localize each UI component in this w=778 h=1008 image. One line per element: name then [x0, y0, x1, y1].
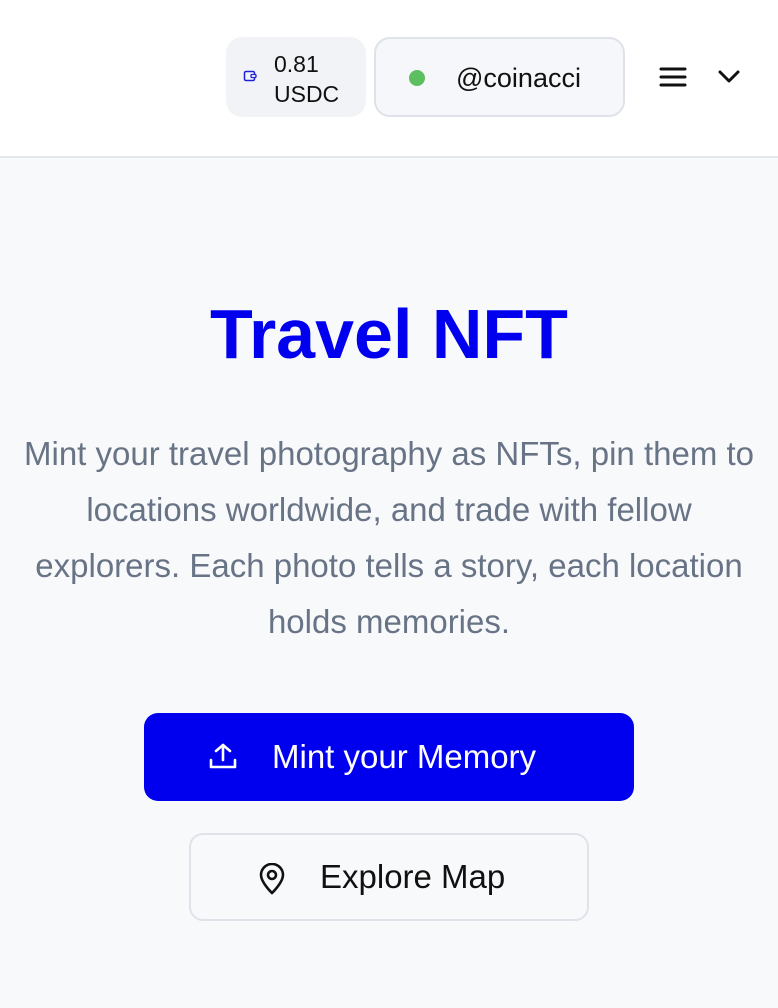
wallet-amount-text: 0.81 USDC — [274, 49, 339, 109]
wallet-amount-value: 0.81 — [274, 51, 319, 77]
wallet-currency: USDC — [274, 81, 340, 107]
hero-description: Mint your travel photography as NFTs, pi… — [24, 435, 754, 640]
page-title: Travel NFT — [210, 295, 568, 373]
hamburger-menu-icon — [659, 67, 687, 87]
mint-memory-label: Mint your Memory — [272, 738, 537, 775]
dropdown-toggle-button[interactable] — [712, 62, 746, 92]
map-pin-icon — [259, 863, 285, 895]
top-bar: 0.81 USDC @coinacci — [0, 0, 778, 158]
username-label: @coinacci — [456, 63, 581, 93]
wallet-balance-pill[interactable]: 0.81 USDC — [226, 37, 366, 117]
explore-map-button[interactable]: Explore Map — [189, 833, 589, 921]
online-status-dot — [409, 70, 425, 86]
user-account-button[interactable]: @coinacci — [374, 37, 625, 117]
mint-memory-button[interactable]: Mint your Memory — [144, 713, 634, 801]
wallet-icon — [243, 69, 257, 83]
upload-icon — [209, 743, 237, 769]
explore-map-label: Explore Map — [320, 858, 506, 895]
chevron-down-icon — [718, 70, 740, 83]
menu-button[interactable] — [655, 62, 691, 92]
